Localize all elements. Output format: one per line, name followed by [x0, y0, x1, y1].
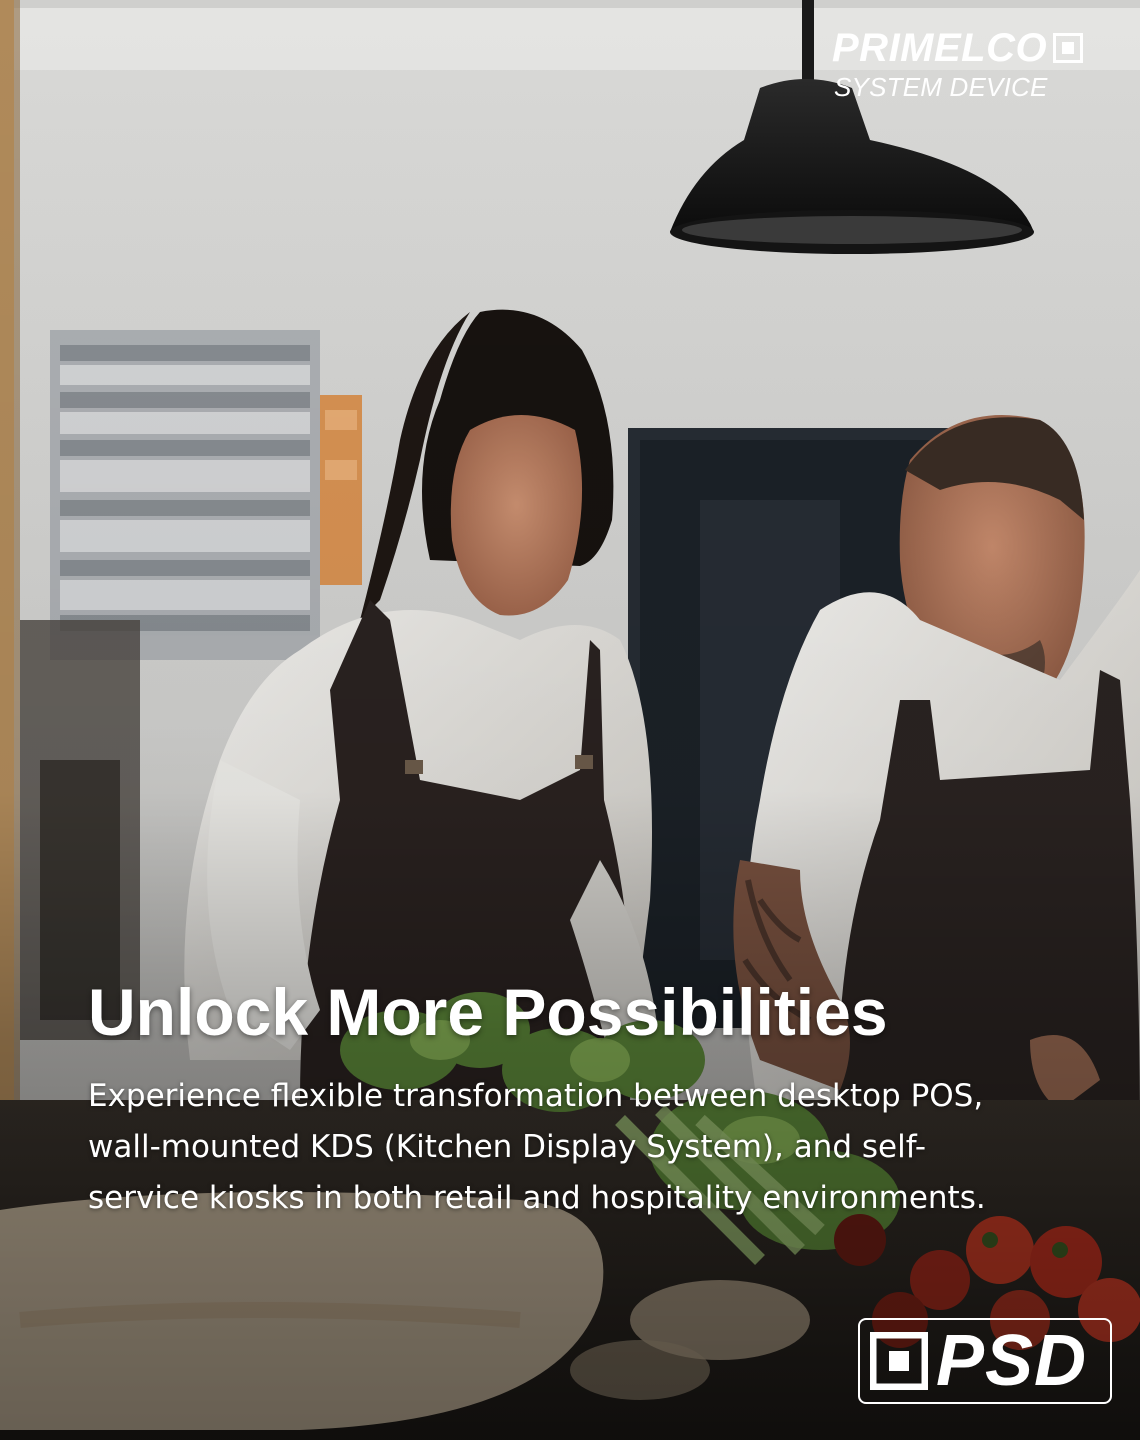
- psd-logo-badge: PSD: [858, 1318, 1112, 1404]
- hero-copy: Unlock More Possibilities Experience fle…: [88, 975, 1048, 1224]
- hero-banner: PRIMELCO SYSTEM DEVICE Unlock More Possi…: [0, 0, 1140, 1440]
- hero-headline: Unlock More Possibilities: [88, 975, 888, 1049]
- psd-square-icon: [870, 1332, 928, 1390]
- primelco-square-icon: [1053, 33, 1084, 63]
- brand-name: PRIMELCO: [832, 26, 1048, 70]
- psd-badge-text: PSD: [936, 1321, 1088, 1401]
- brand-tagline: SYSTEM DEVICE: [834, 72, 1048, 102]
- primelco-logo: PRIMELCO SYSTEM DEVICE: [832, 28, 1122, 103]
- hero-description: Experience flexible transformation betwe…: [88, 1078, 986, 1217]
